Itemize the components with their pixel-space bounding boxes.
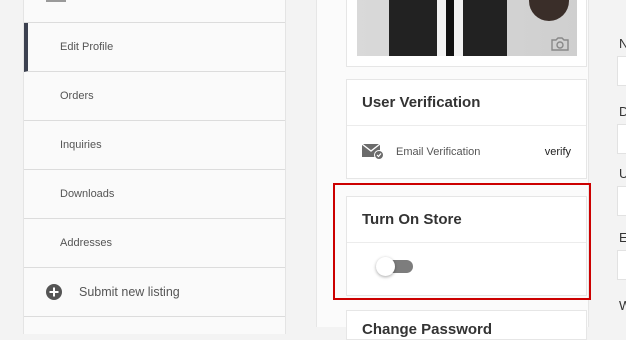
sidebar-item-label: Inquiries	[60, 139, 102, 151]
user-verification-card: User Verification Email Verification ver…	[346, 79, 587, 179]
sidebar-item-downloads[interactable]: Downloads	[24, 170, 285, 219]
store-toggle[interactable]	[376, 257, 413, 276]
sidebar-item-edit-profile[interactable]: Edit Profile	[24, 23, 285, 72]
dashboard-icon	[46, 0, 66, 2]
profile-form-column: N D U E W	[617, 0, 626, 327]
verify-link[interactable]: verify	[545, 146, 571, 158]
form-input[interactable]	[617, 250, 626, 280]
turn-on-store-card: Turn On Store	[346, 196, 587, 296]
sidebar-item-label: Edit Profile	[60, 41, 114, 53]
toggle-knob[interactable]	[376, 257, 395, 276]
submit-new-listing-button[interactable]: Submit new listing	[24, 268, 285, 317]
sidebar-item-orders[interactable]: Orders	[24, 72, 285, 121]
profile-photo-card	[346, 0, 587, 67]
email-verification-row: Email Verification verify	[347, 126, 586, 178]
sidebar-item-label: Downloads	[60, 188, 115, 200]
camera-icon[interactable]	[551, 37, 569, 51]
turn-on-store-title: Turn On Store	[347, 197, 586, 243]
field-label-u: U	[619, 166, 626, 181]
plus-circle-icon	[46, 284, 62, 300]
form-input[interactable]	[617, 124, 626, 154]
profile-photo	[357, 0, 577, 56]
field-label-d: D	[619, 104, 626, 119]
field-label-n: N	[619, 36, 626, 51]
change-password-card: Change Password	[346, 310, 587, 340]
sidebar-item-label: Addresses	[60, 237, 112, 249]
photo-hand	[529, 0, 569, 21]
sidebar-item-addresses[interactable]: Addresses	[24, 219, 285, 268]
email-check-icon	[362, 144, 384, 160]
sidebar-item-inquiries[interactable]: Inquiries	[24, 121, 285, 170]
form-input[interactable]	[617, 186, 626, 216]
sidebar-item-label: Orders	[60, 90, 94, 102]
user-verification-title: User Verification	[347, 80, 586, 126]
email-verification-label: Email Verification	[396, 146, 481, 158]
field-label-w: W	[619, 298, 626, 313]
account-sidebar: Edit Profile Orders Inquiries Downloads …	[23, 0, 286, 334]
form-input[interactable]	[617, 56, 626, 86]
change-password-title: Change Password	[362, 321, 493, 338]
sidebar-top-item[interactable]	[24, 0, 285, 23]
photo-tie	[446, 0, 454, 56]
field-label-e: E	[619, 230, 626, 245]
submit-listing-label: Submit new listing	[79, 285, 180, 299]
store-toggle-row	[347, 243, 586, 291]
